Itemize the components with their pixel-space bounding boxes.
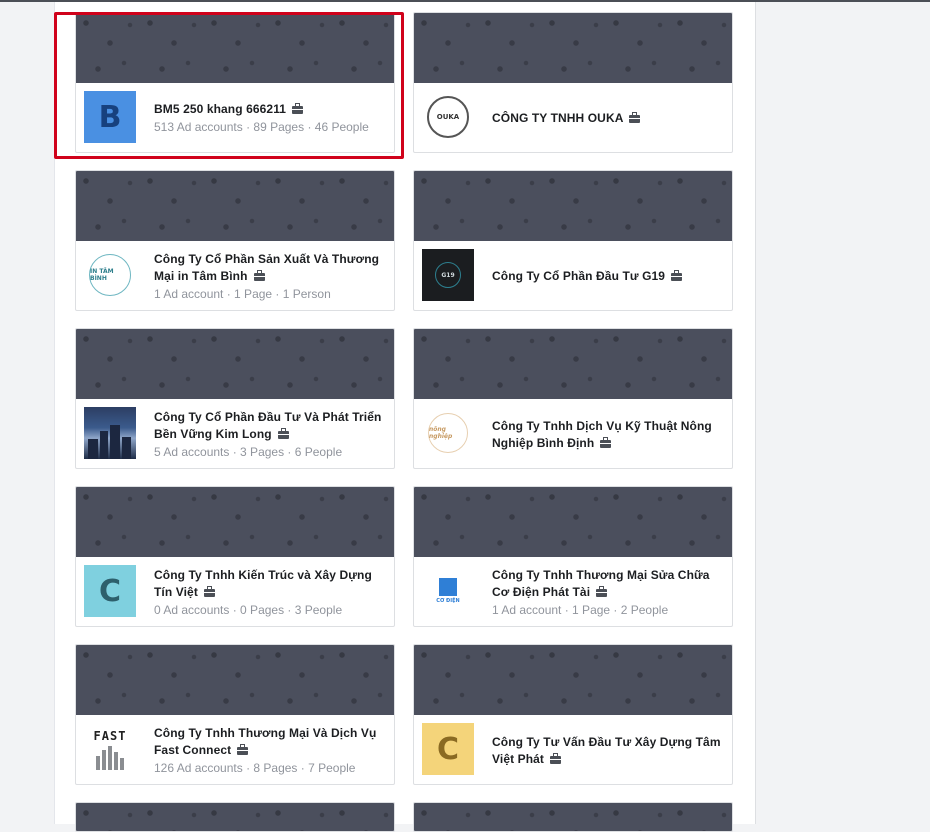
briefcase-icon xyxy=(671,270,683,281)
briefcase-icon xyxy=(253,269,265,281)
business-card-partial[interactable] xyxy=(75,802,395,832)
card-cover xyxy=(414,171,732,241)
business-avatar[interactable]: OUKA xyxy=(422,91,474,143)
business-card[interactable]: CƠ ĐIỆN Công Ty Tnhh Thương Mại Sửa Chữa … xyxy=(413,486,733,627)
business-name[interactable]: Công Ty Cổ Phần Đầu Tư G19 xyxy=(492,269,665,283)
business-card[interactable]: C Công Ty Tư Vấn Đầu Tư Xây Dựng Tâm Việt… xyxy=(413,644,733,785)
card-cover xyxy=(414,645,732,715)
business-asset-counts: 1 Ad account · 1 Page · 1 Person xyxy=(154,286,331,301)
business-name[interactable]: Công Ty Tư Vấn Đầu Tư Xây Dựng Tâm Việt … xyxy=(492,735,721,766)
card-cover xyxy=(414,329,732,399)
business-avatar[interactable]: C xyxy=(84,565,136,617)
business-card[interactable]: OUKA CÔNG TY TNHH OUKA xyxy=(413,12,733,153)
business-asset-counts: 0 Ad accounts · 0 Pages · 3 People xyxy=(154,602,343,617)
logo-buildings xyxy=(96,745,124,770)
business-name-row[interactable]: Công Ty Cổ Phần Sản Xuất Và Thương Mại i… xyxy=(154,251,386,285)
card-cover xyxy=(76,329,394,399)
briefcase-icon xyxy=(550,752,562,764)
business-name-row[interactable]: Công Ty Tư Vấn Đầu Tư Xây Dựng Tâm Việt … xyxy=(492,734,724,768)
logo-mark xyxy=(439,578,457,596)
business-card[interactable]: nông nghiệp Công Ty Tnhh Dịch Vụ Kỹ Thuật… xyxy=(413,328,733,469)
logo-text: CƠ ĐIỆN xyxy=(436,598,460,604)
logo-ring: nông nghiệp xyxy=(428,413,468,453)
business-avatar[interactable] xyxy=(84,407,136,459)
business-name-row[interactable]: Công Ty Tnhh Thương Mại Sửa Chữa Cơ Điện… xyxy=(492,567,724,601)
logo-ring: OUKA xyxy=(427,96,469,138)
building-shape xyxy=(122,437,131,459)
business-card[interactable]: IN TÂM BÌNH Công Ty Cổ Phần Sản Xuất Và T… xyxy=(75,170,395,311)
business-info: Công Ty Tnhh Thương Mại Sửa Chữa Cơ Điện… xyxy=(492,557,724,626)
briefcase-icon xyxy=(629,112,641,123)
card-cover xyxy=(76,803,394,831)
business-name[interactable]: Công Ty Cổ Phần Đầu Tư Và Phát Triển Bền… xyxy=(154,410,381,441)
business-card[interactable]: FAST Công Ty Tnhh Thương Mại Và Dịch Vụ F… xyxy=(75,644,395,785)
briefcase-icon xyxy=(600,436,612,448)
business-info: CÔNG TY TNHH OUKA xyxy=(492,83,724,152)
business-asset-counts: 126 Ad accounts · 8 Pages · 7 People xyxy=(154,760,356,775)
business-card[interactable]: Công Ty Cổ Phần Đầu Tư Và Phát Triển Bền… xyxy=(75,328,395,469)
card-cover xyxy=(414,487,732,557)
business-name-row[interactable]: Công Ty Tnhh Kiến Trúc và Xây Dựng Tín V… xyxy=(154,567,386,601)
business-avatar[interactable]: C xyxy=(422,723,474,775)
business-info: Công Ty Cổ Phần Sản Xuất Và Thương Mại i… xyxy=(154,241,386,310)
business-asset-counts: 1 Ad account · 1 Page · 2 People xyxy=(492,602,669,617)
business-asset-counts: 5 Ad accounts · 3 Pages · 6 People xyxy=(154,444,343,459)
business-info: Công Ty Cổ Phần Đầu Tư G19 xyxy=(492,241,724,310)
business-name[interactable]: Công Ty Tnhh Thương Mại Và Dịch Vụ Fast … xyxy=(154,726,376,757)
selection-highlight xyxy=(54,12,404,159)
card-cover xyxy=(76,171,394,241)
business-avatar[interactable]: CƠ ĐIỆN xyxy=(422,565,474,617)
business-name-row[interactable]: Công Ty Cổ Phần Đầu Tư G19 xyxy=(492,268,724,285)
business-info: Công Ty Tnhh Kiến Trúc và Xây Dựng Tín V… xyxy=(154,557,386,626)
building-shape xyxy=(110,425,120,459)
business-avatar[interactable]: G19 xyxy=(422,249,474,301)
building-shape xyxy=(100,431,108,459)
card-cover xyxy=(76,487,394,557)
business-card[interactable]: G19 Công Ty Cổ Phần Đầu Tư G19 xyxy=(413,170,733,311)
card-cover xyxy=(414,13,732,83)
business-card[interactable]: C Công Ty Tnhh Kiến Trúc và Xây Dựng Tín … xyxy=(75,486,395,627)
business-card-partial[interactable] xyxy=(413,802,733,832)
card-cover xyxy=(414,803,732,831)
business-info: Công Ty Tnhh Thương Mại Và Dịch Vụ Fast … xyxy=(154,715,386,784)
business-avatar[interactable]: IN TÂM BÌNH xyxy=(84,249,136,301)
business-name-row[interactable]: Công Ty Cổ Phần Đầu Tư Và Phát Triển Bền… xyxy=(154,409,386,443)
business-avatar[interactable]: nông nghiệp xyxy=(422,407,474,459)
card-cover xyxy=(76,645,394,715)
business-info: Công Ty Tnhh Dịch Vụ Kỹ Thuật Nông Nghiệ… xyxy=(492,399,724,468)
avatar-letter: C xyxy=(98,573,122,609)
business-avatar[interactable]: FAST xyxy=(84,723,136,775)
business-name-row[interactable]: Công Ty Tnhh Dịch Vụ Kỹ Thuật Nông Nghiệ… xyxy=(492,418,724,452)
logo-ring: IN TÂM BÌNH xyxy=(89,254,131,296)
business-name[interactable]: CÔNG TY TNHH OUKA xyxy=(492,111,623,125)
briefcase-icon xyxy=(203,585,215,597)
briefcase-icon xyxy=(596,585,608,597)
building-shape xyxy=(88,439,98,459)
business-name-row[interactable]: CÔNG TY TNHH OUKA xyxy=(492,110,724,127)
briefcase-icon xyxy=(277,427,289,439)
logo-text: FAST xyxy=(93,728,127,743)
briefcase-icon xyxy=(237,743,249,755)
business-name[interactable]: Công Ty Cổ Phần Sản Xuất Và Thương Mại i… xyxy=(154,252,379,283)
avatar-letter: C xyxy=(436,731,460,767)
business-info: Công Ty Tư Vấn Đầu Tư Xây Dựng Tâm Việt … xyxy=(492,715,724,784)
business-name[interactable]: Công Ty Tnhh Kiến Trúc và Xây Dựng Tín V… xyxy=(154,568,372,599)
business-name-row[interactable]: Công Ty Tnhh Thương Mại Và Dịch Vụ Fast … xyxy=(154,725,386,759)
business-info: Công Ty Cổ Phần Đầu Tư Và Phát Triển Bền… xyxy=(154,399,386,468)
logo-ring: G19 xyxy=(435,262,461,288)
